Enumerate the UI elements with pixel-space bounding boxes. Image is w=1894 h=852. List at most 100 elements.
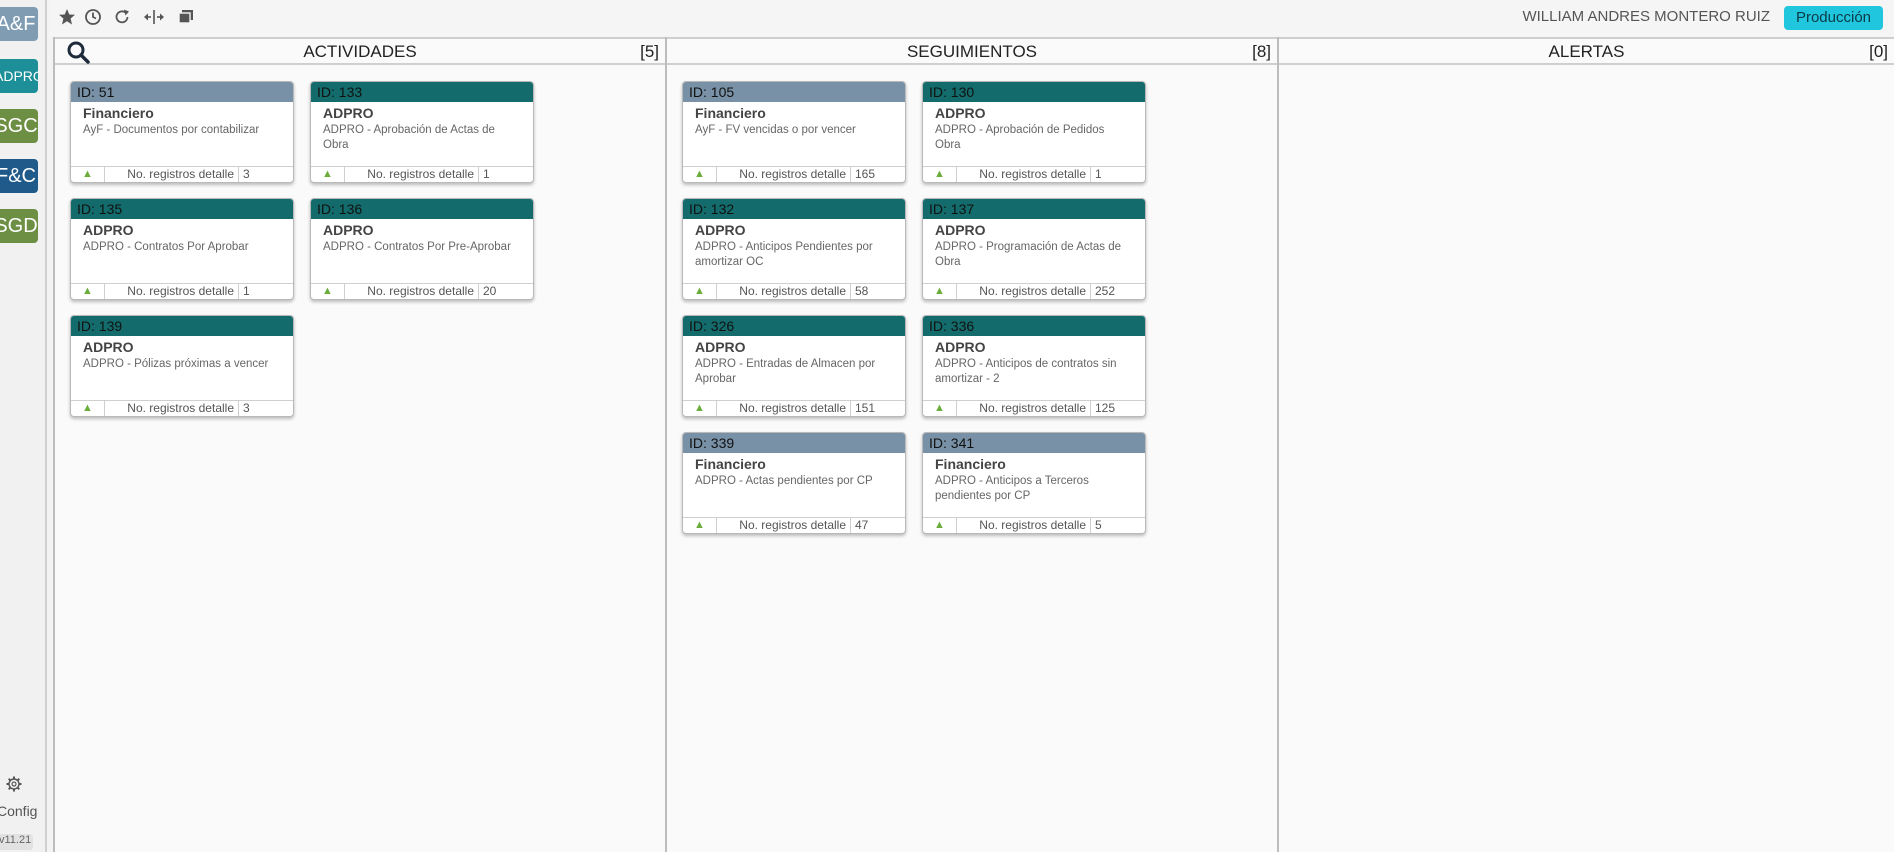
task-card[interactable]: ID: 139 ADPRO ADPRO - Pólizas próximas a v…: [70, 315, 294, 417]
card-category: Financiero: [695, 105, 766, 121]
expand-arrow-icon[interactable]: ▲: [923, 167, 957, 182]
app-button-fc[interactable]: F&C: [0, 159, 38, 193]
detail-count-label: No. registros detalle: [717, 167, 851, 182]
card-list: ID: 51 Financiero AyF - Documentos por con…: [70, 81, 534, 417]
detail-count-label: No. registros detalle: [957, 518, 1091, 533]
app-button-sgc[interactable]: SGC: [0, 109, 38, 143]
card-description: ADPRO - Anticipos a Terceros pendientes …: [935, 475, 1089, 502]
card-category: ADPRO: [695, 222, 746, 238]
detail-count: 58: [855, 284, 869, 298]
detail-count: 252: [1095, 284, 1116, 298]
expand-arrow-icon[interactable]: ▲: [923, 401, 957, 416]
detail-count-label: No. registros detalle: [717, 401, 851, 416]
expand-arrow-icon[interactable]: ▲: [311, 284, 345, 299]
star-icon[interactable]: [58, 8, 76, 26]
expand-arrow-icon[interactable]: ▲: [923, 284, 957, 299]
card-category: ADPRO: [935, 339, 986, 355]
detail-count-label: No. registros detalle: [105, 167, 239, 182]
expand-arrow-icon[interactable]: ▲: [71, 284, 105, 299]
task-card[interactable]: ID: 51 Financiero AyF - Documentos por con…: [70, 81, 294, 183]
task-card[interactable]: ID: 336 ADPRO ADPRO - Anticipos de contrat…: [922, 315, 1146, 417]
environment-badge: Producción: [1783, 6, 1883, 30]
detail-count: 1: [1095, 167, 1102, 181]
app-button-af[interactable]: A&F: [0, 7, 38, 41]
card-footer: ▲ No. registros detalle 151: [683, 400, 905, 416]
detail-count-label: No. registros detalle: [345, 167, 479, 182]
card-id: ID: 339: [683, 433, 905, 453]
expand-arrow-icon[interactable]: ▲: [683, 401, 717, 416]
version-label: v11.21: [0, 834, 33, 850]
column-title: ACTIVIDADES: [303, 42, 417, 61]
card-footer: ▲ No. registros detalle 1: [311, 166, 533, 182]
column-seguimientos: SEGUIMIENTOS [8] ID: 105 Financiero AyF - …: [665, 37, 1277, 852]
detail-count-label: No. registros detalle: [105, 401, 239, 416]
card-footer: ▲ No. registros detalle 3: [71, 400, 293, 416]
card-id: ID: 51: [71, 82, 293, 102]
card-category: ADPRO: [695, 339, 746, 355]
card-category: ADPRO: [935, 222, 986, 238]
task-card[interactable]: ID: 137 ADPRO ADPRO - Programación de Acta…: [922, 198, 1146, 300]
detail-count: 1: [243, 284, 250, 298]
detail-count: 3: [243, 401, 250, 415]
task-card[interactable]: ID: 105 Financiero AyF - FV vencidas o por…: [682, 81, 906, 183]
task-card[interactable]: ID: 135 ADPRO ADPRO - Contratos Por Aproba…: [70, 198, 294, 300]
card-category: Financiero: [935, 456, 1006, 472]
column-title: SEGUIMIENTOS: [906, 42, 1038, 61]
detail-count: 20: [483, 284, 497, 298]
task-card[interactable]: ID: 341 Financiero ADPRO - Anticipos a Ter…: [922, 432, 1146, 534]
expand-arrow-icon[interactable]: ▲: [71, 167, 105, 182]
refresh-icon[interactable]: [113, 8, 131, 26]
expand-arrow-icon[interactable]: ▲: [923, 518, 957, 533]
card-footer: ▲ No. registros detalle 3: [71, 166, 293, 182]
card-description: ADPRO - Anticipos Pendientes por amortiz…: [695, 241, 873, 268]
card-description: ADPRO - Anticipos de contratos sin amort…: [935, 358, 1117, 385]
detail-count-label: No. registros detalle: [717, 284, 851, 299]
card-category: ADPRO: [83, 339, 134, 355]
task-card[interactable]: ID: 326 ADPRO ADPRO - Entradas de Almacen …: [682, 315, 906, 417]
task-card[interactable]: ID: 132 ADPRO ADPRO - Anticipos Pendientes…: [682, 198, 906, 300]
card-description: AyF - Documentos por contabilizar: [83, 124, 260, 136]
card-footer: ▲ No. registros detalle 47: [683, 517, 905, 533]
card-category: ADPRO: [935, 105, 986, 121]
gear-icon[interactable]: [6, 776, 22, 792]
expand-arrow-icon[interactable]: ▲: [683, 518, 717, 533]
detail-count: 125: [1095, 401, 1116, 415]
task-card[interactable]: ID: 133 ADPRO ADPRO - Aprobación de Actas …: [310, 81, 534, 183]
expand-arrow-icon[interactable]: ▲: [683, 284, 717, 299]
card-id: ID: 135: [71, 199, 293, 219]
card-category: Financiero: [695, 456, 766, 472]
column-header: ALERTAS [0]: [1279, 37, 1894, 65]
card-id: ID: 132: [683, 199, 905, 219]
expand-columns-icon[interactable]: [143, 8, 165, 26]
task-card[interactable]: ID: 130 ADPRO ADPRO - Aprobación de Pedido…: [922, 81, 1146, 183]
detail-count-label: No. registros detalle: [717, 518, 851, 533]
column-actividades: ACTIVIDADES [5] ID: 51 Financiero AyF - Do…: [53, 37, 665, 852]
card-id: ID: 139: [71, 316, 293, 336]
expand-arrow-icon[interactable]: ▲: [683, 167, 717, 182]
card-footer: ▲ No. registros detalle 165: [683, 166, 905, 182]
card-footer: ▲ No. registros detalle 252: [923, 283, 1145, 299]
app-sidebar: A&F ADPRO SGC F&C SGD Config v11.21: [0, 0, 47, 852]
card-list: ID: 105 Financiero AyF - FV vencidas o por…: [682, 81, 1146, 534]
history-icon[interactable]: [84, 8, 102, 26]
card-description: ADPRO - Contratos Por Aprobar: [83, 241, 249, 253]
card-footer: ▲ No. registros detalle 58: [683, 283, 905, 299]
app-button-adpro[interactable]: ADPRO: [0, 59, 38, 93]
column-count: [0]: [1869, 42, 1888, 61]
card-description: ADPRO - Aprobación de Pedidos Obra: [935, 124, 1105, 151]
task-card[interactable]: ID: 136 ADPRO ADPRO - Contratos Por Pre-Ap…: [310, 198, 534, 300]
user-name: WILLIAM ANDRES MONTERO RUIZ: [1522, 8, 1770, 25]
detail-count: 5: [1095, 518, 1102, 532]
app-button-sgd[interactable]: SGD: [0, 209, 38, 243]
windows-icon[interactable]: [177, 8, 195, 26]
card-id: ID: 341: [923, 433, 1145, 453]
top-toolbar: WILLIAM ANDRES MONTERO RUIZ Producción: [49, 0, 1894, 37]
task-card[interactable]: ID: 339 Financiero ADPRO - Actas pendiente…: [682, 432, 906, 534]
expand-arrow-icon[interactable]: ▲: [311, 167, 345, 182]
column-count: [5]: [640, 42, 659, 61]
detail-count-label: No. registros detalle: [957, 167, 1091, 182]
card-description: ADPRO - Entradas de Almacen por Aprobar: [695, 358, 876, 385]
expand-arrow-icon[interactable]: ▲: [71, 401, 105, 416]
config-label[interactable]: Config: [0, 803, 37, 819]
card-footer: ▲ No. registros detalle 5: [923, 517, 1145, 533]
